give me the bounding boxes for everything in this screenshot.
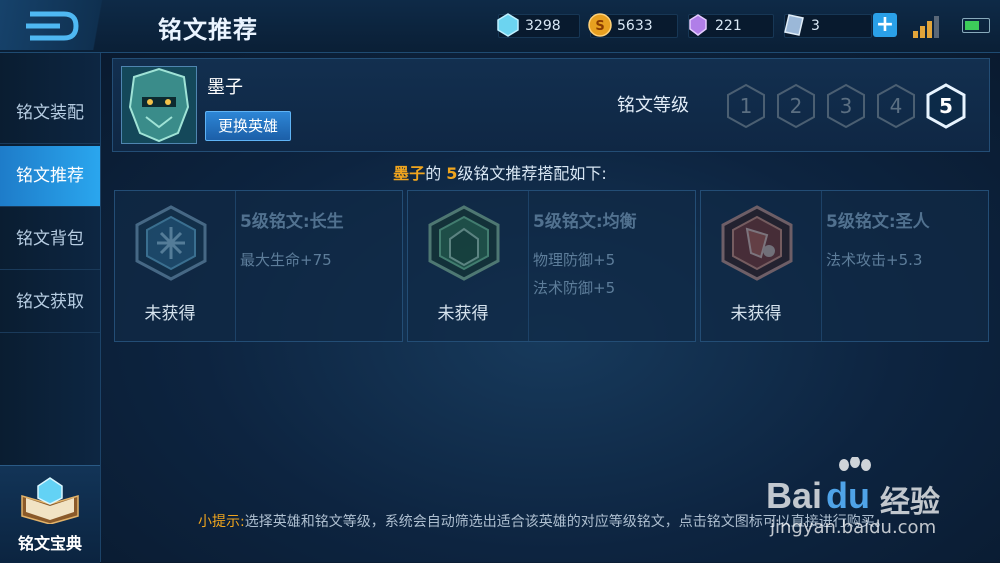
rune-card-balance[interactable]: 未获得 5级铭文:均衡 物理防御+5 法术防御+5 xyxy=(407,190,696,342)
sidebar-item-rune-bag[interactable]: 铭文背包 xyxy=(0,209,100,270)
summary-hero-name: 墨子 xyxy=(393,164,426,183)
level-4-button[interactable]: 4 xyxy=(875,83,917,129)
level-4-label: 4 xyxy=(890,94,903,118)
diamond-balance: 3298 xyxy=(497,13,580,38)
rune-name: 5级铭文:圣人 xyxy=(826,212,930,232)
rune-balance-icon xyxy=(428,205,500,281)
add-currency-button[interactable]: + xyxy=(873,13,897,37)
level-5-button[interactable]: 5 xyxy=(925,83,967,129)
summary-mid: 的 xyxy=(425,164,447,183)
rune-stat: 法术防御+5 xyxy=(533,279,616,297)
level-2-button[interactable]: 2 xyxy=(775,83,817,129)
sidebar-item-rune-obtain[interactable]: 铭文获取 xyxy=(0,272,100,333)
ticket-count: 3 xyxy=(811,18,820,34)
rune-codex-button[interactable]: 铭文宝典 xyxy=(0,465,100,563)
svg-text:S: S xyxy=(595,19,604,34)
diamond-icon xyxy=(497,13,519,37)
summary-rest: 级铭文推荐搭配如下: xyxy=(457,164,607,183)
sidebar-item-rune-equip[interactable]: 铭文装配 xyxy=(0,83,100,144)
gold-count: 5633 xyxy=(617,18,653,34)
rune-name: 5级铭文:长生 xyxy=(240,212,344,232)
rune-stat: 物理防御+5 xyxy=(533,251,616,269)
recommend-summary: 墨子的 5级铭文推荐搭配如下: xyxy=(0,160,1000,184)
watermark-brand-du: du xyxy=(826,475,870,516)
baidu-watermark: Bai du 经验 jingyan.baidu.com xyxy=(760,455,1000,562)
level-1-label: 1 xyxy=(740,94,753,118)
level-2-label: 2 xyxy=(790,94,803,118)
level-3-button[interactable]: 3 xyxy=(825,83,867,129)
rune-card-left: 未获得 xyxy=(115,191,236,341)
rune-codex-label: 铭文宝典 xyxy=(17,534,82,553)
change-hero-button[interactable]: 更换英雄 xyxy=(205,111,291,141)
level-5-label: 5 xyxy=(939,94,953,118)
back-arrow-icon xyxy=(26,11,79,41)
rune-status: 未获得 xyxy=(730,304,782,324)
rune-level-label: 铭文等级 xyxy=(617,95,689,116)
hero-avatar-icon xyxy=(122,67,196,143)
rune-longevity-icon xyxy=(135,205,207,281)
ticket-icon xyxy=(784,14,804,36)
gold-balance: S 5633 xyxy=(588,13,678,38)
signal-icon xyxy=(913,16,941,38)
back-button[interactable] xyxy=(0,0,118,50)
ticket-balance: 3 xyxy=(784,14,872,38)
summary-level: 5 xyxy=(446,164,458,183)
diamond-count: 3298 xyxy=(525,18,561,34)
rune-card-sage[interactable]: 未获得 5级铭文:圣人 法术攻击+5.3 xyxy=(700,190,989,342)
gem-balance: 221 xyxy=(688,14,774,38)
gold-coin-icon: S xyxy=(588,13,612,37)
hero-name: 墨子 xyxy=(207,77,243,98)
battery-icon xyxy=(962,18,990,33)
rune-sage-icon xyxy=(721,205,793,281)
watermark-brand: Bai xyxy=(766,475,823,516)
hero-portrait[interactable] xyxy=(121,66,197,144)
rune-card-left: 未获得 xyxy=(701,191,822,341)
rune-stat: 最大生命+75 xyxy=(240,251,332,269)
rune-stat: 法术攻击+5.3 xyxy=(826,251,923,269)
book-icon xyxy=(21,477,79,524)
watermark-url: jingyan.baidu.com xyxy=(770,517,937,538)
gem-count: 221 xyxy=(715,18,742,34)
rune-name: 5级铭文:均衡 xyxy=(533,212,637,232)
watermark-cn: 经验 xyxy=(880,485,940,520)
level-1-button[interactable]: 1 xyxy=(725,83,767,129)
tip-label: 小提示: xyxy=(198,514,245,530)
rune-card-left: 未获得 xyxy=(408,191,529,341)
gem-icon xyxy=(689,14,707,36)
level-3-label: 3 xyxy=(840,94,853,118)
hero-panel: 墨子 更换英雄 铭文等级 1 2 3 4 5 xyxy=(112,58,990,152)
rune-card-longevity[interactable]: 未获得 5级铭文:长生 最大生命+75 xyxy=(114,190,403,342)
page-title: 铭文推荐 xyxy=(158,16,258,44)
sidebar: 铭文装配 铭文推荐 铭文背包 铭文获取 铭文宝典 xyxy=(0,53,101,563)
top-bar: 铭文推荐 3298 S 5633 221 3 + xyxy=(0,0,1000,53)
rune-status: 未获得 xyxy=(437,304,489,324)
rune-status: 未获得 xyxy=(144,304,196,324)
